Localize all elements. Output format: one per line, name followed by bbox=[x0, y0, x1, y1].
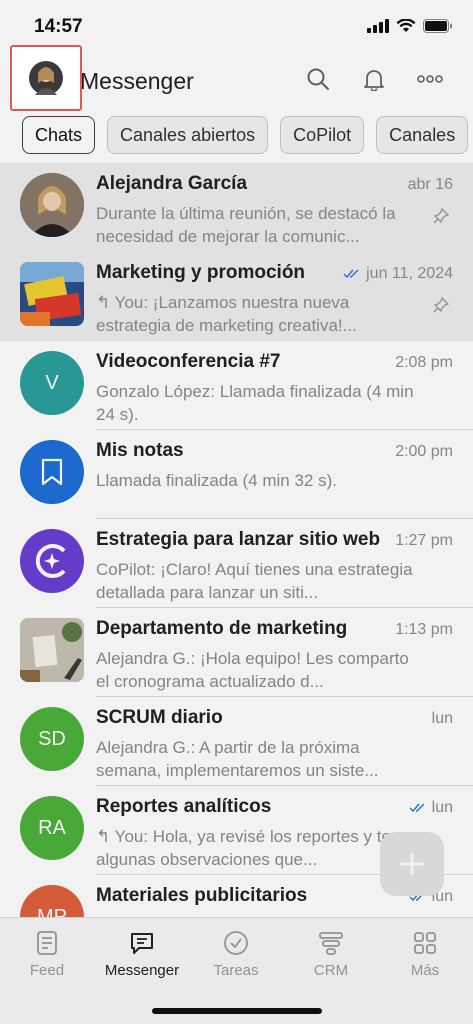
avatar: RA bbox=[20, 796, 84, 860]
chat-preview: Llamada finalizada (4 min 32 s). bbox=[96, 471, 337, 490]
chat-preview: CoPilot: ¡Claro! Aquí tienes una estrate… bbox=[96, 560, 413, 602]
chat-time: 2:08 pm bbox=[395, 354, 453, 371]
chat-row-scrum-diario[interactable]: SD SCRUM diario lun Alejandra G.: A part… bbox=[0, 697, 473, 786]
chat-preview: Durante la última reunión, se destacó la… bbox=[96, 204, 396, 246]
pin-icon bbox=[433, 297, 449, 313]
new-chat-button[interactable] bbox=[380, 832, 444, 896]
group-image-avatar bbox=[20, 618, 84, 682]
avatar: V bbox=[20, 351, 84, 415]
more-icon[interactable] bbox=[417, 66, 443, 92]
profile-avatar-button[interactable] bbox=[10, 45, 82, 111]
chat-title: Alejandra García bbox=[96, 173, 248, 194]
status-time: 14:57 bbox=[34, 16, 83, 37]
chat-preview: ↰ You: Hola, ya revisé los reportes y te… bbox=[96, 827, 420, 869]
chat-title: Videoconferencia #7 bbox=[96, 351, 281, 372]
chat-time: abr 16 bbox=[407, 176, 453, 193]
chat-preview: Alejandra G.: A partir de la próxima sem… bbox=[96, 738, 379, 780]
avatar bbox=[29, 61, 63, 95]
double-check-icon bbox=[343, 269, 359, 279]
tab-tareas[interactable]: Tareas bbox=[191, 930, 281, 979]
filter-canales-abiertos[interactable]: Canales abiertos bbox=[107, 116, 269, 154]
avatar bbox=[20, 173, 84, 237]
chat-title: Estrategia para lanzar sitio web bbox=[96, 529, 381, 550]
avatar: SD bbox=[20, 707, 84, 771]
chat-time: 1:27 pm bbox=[395, 532, 453, 549]
reply-icon: ↰ bbox=[96, 827, 115, 846]
chat-row-estrategia-sitio-web[interactable]: Estrategia para lanzar sitio web 1:27 pm… bbox=[0, 519, 473, 608]
chat-row-videoconferencia[interactable]: V Videoconferencia #7 2:08 pm Gonzalo Ló… bbox=[0, 341, 473, 430]
plus-icon bbox=[400, 852, 424, 876]
chat-title: Materiales publicitarios bbox=[96, 885, 308, 906]
home-indicator bbox=[152, 1008, 322, 1014]
status-bar: 14:57 bbox=[0, 0, 473, 48]
chat-time: lun bbox=[409, 799, 453, 817]
pin-icon bbox=[433, 208, 449, 224]
feed-icon bbox=[37, 931, 57, 955]
page-title: Messenger bbox=[80, 68, 194, 94]
chat-preview: Alejandra G.: ¡Hola equipo! Les comparto… bbox=[96, 649, 409, 691]
header-actions bbox=[305, 66, 443, 92]
search-icon[interactable] bbox=[305, 66, 331, 92]
filter-copilot[interactable]: CoPilot bbox=[280, 116, 365, 154]
chat-row-departamento-marketing[interactable]: Departamento de marketing 1:13 pm Alejan… bbox=[0, 608, 473, 697]
avatar: MP bbox=[20, 885, 84, 917]
chat-title: Reportes analíticos bbox=[96, 796, 272, 817]
filter-canales[interactable]: Canales bbox=[376, 116, 469, 154]
grid-icon bbox=[414, 932, 436, 954]
chat-title: Mis notas bbox=[96, 440, 184, 461]
tab-messenger[interactable]: Messenger bbox=[97, 930, 187, 979]
avatar-initials: MP bbox=[37, 905, 67, 918]
chat-time: lun bbox=[431, 710, 453, 727]
tab-feed[interactable]: Feed bbox=[2, 930, 92, 979]
avatar bbox=[20, 440, 84, 504]
chat-list: Alejandra García abr 16 Durante la últim… bbox=[0, 163, 473, 917]
chat-preview: ↰ You: ¡Lanzamos nuestra nueva estrategi… bbox=[96, 293, 357, 335]
avatar-initials: RA bbox=[38, 816, 66, 839]
chat-title: SCRUM diario bbox=[96, 707, 223, 728]
wifi-icon bbox=[396, 19, 416, 32]
avatar bbox=[20, 529, 84, 593]
funnel-icon bbox=[319, 932, 343, 955]
group-image-avatar bbox=[20, 262, 84, 326]
tab-crm[interactable]: CRM bbox=[286, 930, 376, 979]
chat-time: jun 11, 2024 bbox=[343, 265, 453, 283]
reply-icon: ↰ bbox=[96, 293, 115, 312]
chat-time: 1:13 pm bbox=[395, 621, 453, 638]
chat-preview: Gonzalo López: Llamada finalizada (4 min… bbox=[96, 382, 414, 424]
filter-chips: Chats Canales abiertos CoPilot Canales bbox=[22, 116, 469, 154]
status-icons bbox=[367, 19, 453, 33]
battery-icon bbox=[423, 19, 452, 33]
signal-icon bbox=[367, 19, 389, 33]
chat-time: 2:00 pm bbox=[395, 443, 453, 460]
chat-title: Departamento de marketing bbox=[96, 618, 348, 639]
double-check-icon bbox=[409, 803, 425, 813]
chat-icon bbox=[131, 933, 153, 954]
bookmark-icon bbox=[41, 458, 63, 486]
avatar-initials: SD bbox=[38, 727, 66, 750]
chat-title: Marketing y promoción bbox=[96, 262, 306, 283]
chat-row-marketing-promocion[interactable]: Marketing y promoción jun 11, 2024 ↰ You… bbox=[0, 252, 473, 341]
copilot-icon bbox=[35, 544, 66, 578]
filter-chats[interactable]: Chats bbox=[22, 116, 96, 154]
bell-icon[interactable] bbox=[361, 66, 387, 92]
chat-row-mis-notas[interactable]: Mis notas 2:00 pm Llamada finalizada (4 … bbox=[0, 430, 473, 519]
chat-row-alejandra-garcia[interactable]: Alejandra García abr 16 Durante la últim… bbox=[0, 163, 473, 252]
check-circle-icon bbox=[224, 931, 248, 955]
tab-mas[interactable]: Más bbox=[380, 930, 470, 979]
avatar-initials: V bbox=[45, 371, 59, 394]
